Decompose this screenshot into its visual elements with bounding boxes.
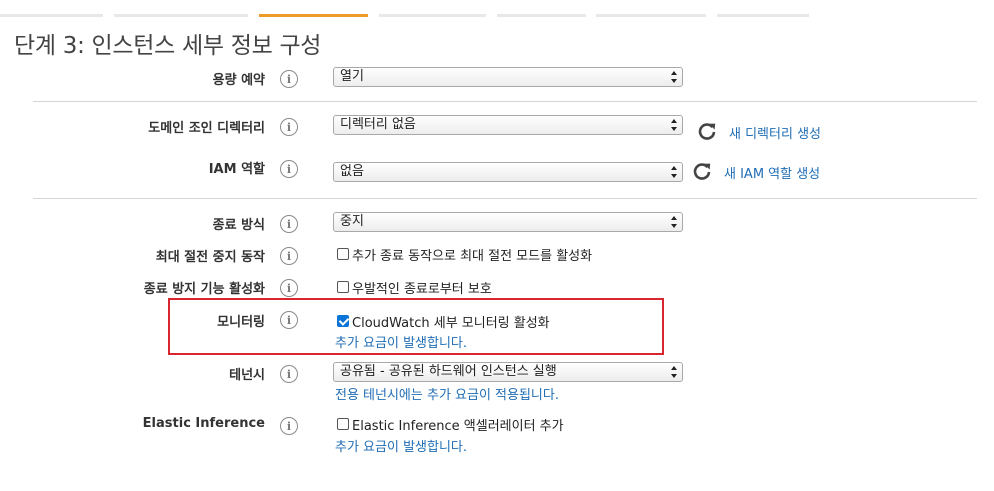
info-icon[interactable]: i bbox=[280, 247, 298, 265]
wizard-step-tab[interactable] bbox=[596, 14, 706, 17]
refresh-icon[interactable] bbox=[691, 160, 713, 182]
hibernation-option: 추가 종료 동작으로 최대 절전 모드를 활성화 bbox=[337, 245, 592, 264]
monitoring-checkbox-label[interactable]: CloudWatch 세부 모니터링 활성화 bbox=[352, 312, 550, 331]
create-iam-role-link[interactable]: 새 IAM 역할 생성 bbox=[724, 163, 820, 182]
shutdown-behavior-label: 종료 방식 bbox=[212, 218, 265, 233]
tenancy-value: 공유됨 - 공유된 하드웨어 인스턴스 실행 bbox=[340, 364, 557, 379]
termination-protection-checkbox[interactable] bbox=[337, 281, 349, 293]
info-icon[interactable]: i bbox=[280, 118, 298, 136]
select-arrows-icon bbox=[671, 366, 677, 378]
iam-role-value: 없음 bbox=[340, 164, 364, 179]
wizard-step-tabs bbox=[0, 14, 994, 18]
iam-role-select[interactable]: 없음 bbox=[333, 162, 683, 182]
elastic-inference-checkbox-label[interactable]: Elastic Inference 액셀러레이터 추가 bbox=[352, 415, 564, 434]
elastic-inference-charge-note[interactable]: 추가 요금이 발생합니다. bbox=[335, 436, 467, 455]
capacity-reservation-value: 열기 bbox=[340, 69, 364, 84]
wizard-step-tab[interactable] bbox=[114, 14, 248, 17]
monitoring-charge-note[interactable]: 추가 요금이 발생합니다. bbox=[335, 332, 467, 351]
info-icon[interactable]: i bbox=[280, 365, 298, 383]
elastic-inference-option: Elastic Inference 액셀러레이터 추가 bbox=[337, 415, 564, 434]
info-icon[interactable]: i bbox=[280, 279, 298, 297]
tenancy-label: 테넌시 bbox=[229, 368, 265, 383]
section-divider bbox=[33, 101, 977, 102]
hibernation-checkbox[interactable] bbox=[337, 248, 349, 260]
section-divider bbox=[33, 198, 977, 199]
monitoring-option: CloudWatch 세부 모니터링 활성화 bbox=[337, 312, 550, 331]
termination-protection-checkbox-label[interactable]: 우발적인 종료로부터 보호 bbox=[352, 278, 492, 297]
elastic-inference-checkbox[interactable] bbox=[337, 418, 349, 430]
domain-join-value: 디렉터리 없음 bbox=[340, 117, 416, 132]
refresh-icon[interactable] bbox=[696, 120, 718, 142]
termination-protection-option: 우발적인 종료로부터 보호 bbox=[337, 278, 492, 297]
domain-join-label: 도메인 조인 디렉터리 bbox=[148, 121, 265, 136]
wizard-step-tab[interactable] bbox=[497, 14, 586, 17]
wizard-step-tab[interactable] bbox=[0, 14, 103, 17]
info-icon[interactable]: i bbox=[280, 311, 298, 329]
page-title: 단계 3: 인스턴스 세부 정보 구성 bbox=[14, 33, 322, 59]
select-arrows-icon bbox=[671, 71, 677, 83]
shutdown-behavior-select[interactable]: 중지 bbox=[333, 212, 683, 232]
info-icon[interactable]: i bbox=[280, 215, 298, 233]
elastic-inference-label: Elastic Inference bbox=[142, 416, 265, 431]
capacity-reservation-label: 용량 예약 bbox=[212, 73, 265, 88]
info-icon[interactable]: i bbox=[280, 160, 298, 178]
wizard-step-tab[interactable] bbox=[717, 14, 809, 17]
capacity-reservation-select[interactable]: 열기 bbox=[333, 67, 683, 87]
monitoring-checkbox[interactable] bbox=[337, 315, 349, 327]
select-arrows-icon bbox=[671, 166, 677, 178]
termination-protection-label: 종료 방지 기능 활성화 bbox=[143, 282, 265, 297]
monitoring-label: 모니터링 bbox=[217, 315, 265, 330]
shutdown-behavior-value: 중지 bbox=[340, 214, 364, 229]
hibernation-checkbox-label[interactable]: 추가 종료 동작으로 최대 절전 모드를 활성화 bbox=[352, 245, 592, 264]
select-arrows-icon bbox=[671, 119, 677, 131]
wizard-step-tab[interactable] bbox=[379, 14, 486, 17]
domain-join-select[interactable]: 디렉터리 없음 bbox=[333, 115, 683, 135]
wizard-step-tab-active[interactable] bbox=[259, 14, 368, 17]
tenancy-charge-note[interactable]: 전용 테넌시에는 추가 요금이 적용됩니다. bbox=[335, 384, 559, 403]
info-icon[interactable]: i bbox=[280, 70, 298, 88]
select-arrows-icon bbox=[671, 216, 677, 228]
tenancy-select[interactable]: 공유됨 - 공유된 하드웨어 인스턴스 실행 bbox=[333, 362, 683, 382]
hibernation-label: 최대 절전 중지 동작 bbox=[155, 250, 265, 265]
iam-role-label: IAM 역할 bbox=[208, 162, 265, 177]
create-directory-link[interactable]: 새 디렉터리 생성 bbox=[729, 123, 821, 142]
info-icon[interactable]: i bbox=[280, 417, 298, 435]
